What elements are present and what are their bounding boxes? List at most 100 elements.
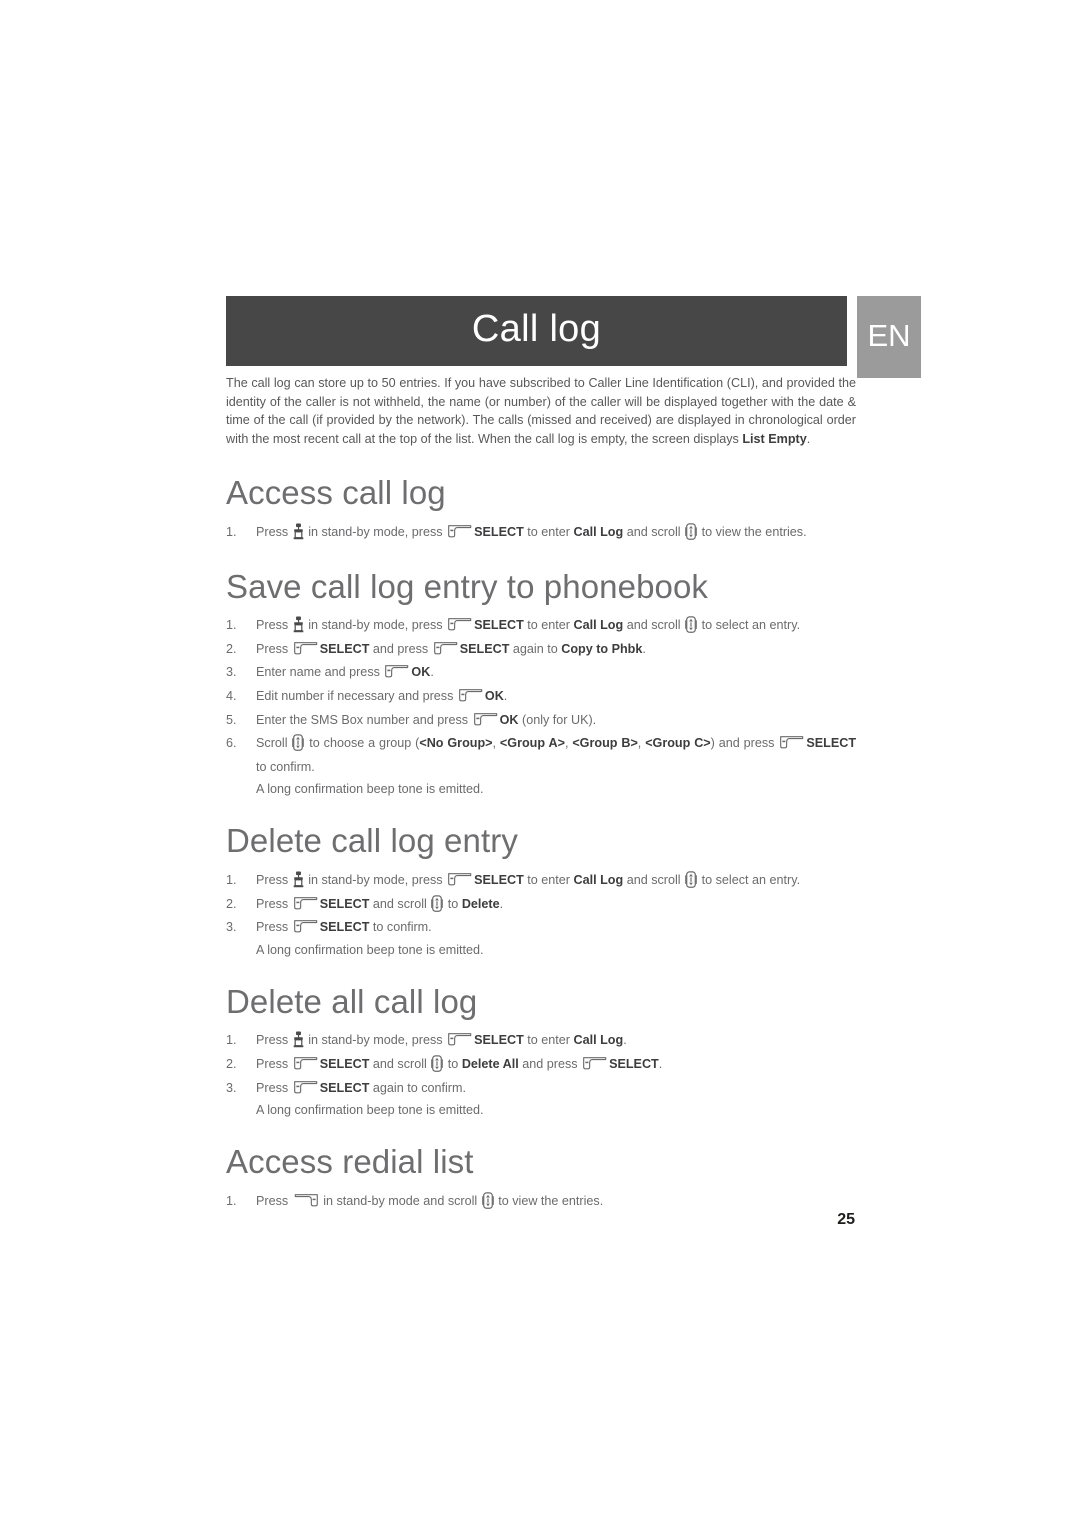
step-text: Enter the SMS Box number and press OK (o… — [256, 712, 597, 727]
softkey-select-icon — [473, 712, 499, 727]
menu-key-icon — [293, 1031, 304, 1048]
step-text: Press SELECT to confirm. — [256, 919, 432, 935]
scroll-updown-icon — [292, 734, 305, 752]
softkey-select-icon — [293, 896, 319, 911]
softkey-select-icon — [458, 688, 484, 703]
page-content: The call log can store up to 50 entries.… — [226, 374, 856, 1213]
step-list: 1. Press in stand-by mode and scroll to v… — [226, 1190, 856, 1214]
step-number: 3. — [226, 665, 237, 680]
softkey-select-icon — [293, 919, 319, 934]
sections-container: Access call log 1. Press in stand-by mode,… — [226, 475, 856, 1213]
step-number: 2. — [226, 641, 237, 656]
page-number: 25 — [837, 1211, 855, 1228]
step-number: 5. — [226, 712, 237, 727]
step-item: 1. Press in stand-by mode, press SELECT t… — [226, 521, 856, 545]
step-list: 1. Press in stand-by mode, press SELECT t… — [226, 521, 856, 545]
step-item: 3. Press SELECT to confirm. A long confirm… — [226, 916, 856, 960]
step-text: Press SELECT again to confirm. — [256, 1080, 466, 1095]
step-item: 6. Scroll to choose a group (<No Group>, … — [226, 732, 856, 799]
emphasis-term: OK — [484, 689, 504, 703]
emphasis-term: Delete — [461, 896, 500, 911]
language-badge-label: EN — [867, 318, 911, 353]
emphasis-term: OK — [499, 712, 519, 727]
softkey-select-icon — [433, 641, 459, 656]
softkey-select-icon — [293, 1056, 319, 1071]
softkey-select-icon — [447, 524, 473, 539]
emphasis-term: Call Log — [573, 618, 624, 633]
chapter-title-bar: Call log — [226, 296, 847, 366]
step-note: A long confirmation beep tone is emitted… — [256, 942, 484, 957]
step-item: 1. Press in stand-by mode, press SELECT t… — [226, 1029, 856, 1053]
softkey-select-icon — [384, 664, 410, 679]
step-text: Scroll to choose a group (<No Group>, <G… — [256, 734, 857, 774]
emphasis-term: SELECT — [474, 1033, 524, 1048]
emphasis-term: Call Log — [573, 1033, 624, 1048]
emphasis-term: <Group C> — [645, 736, 711, 751]
step-list: 1. Press in stand-by mode, press SELECT t… — [226, 1029, 856, 1120]
step-text: Press in stand-by mode, press SELECT to … — [256, 871, 801, 888]
section-heading: Access redial list — [226, 1143, 474, 1181]
step-item: 1. Press in stand-by mode, press SELECT t… — [226, 614, 856, 638]
emphasis-term: Copy to Phbk — [561, 641, 643, 656]
softkey-select-icon — [779, 735, 805, 750]
menu-key-icon — [293, 871, 304, 888]
scroll-updown-icon — [431, 894, 444, 912]
scroll-updown-icon — [431, 1055, 444, 1072]
step-number: 2. — [226, 1057, 237, 1071]
emphasis-term: SELECT — [319, 896, 370, 911]
step-item: 3. Press SELECT again to confirm. A long c… — [226, 1077, 856, 1121]
step-text: Press in stand-by mode, press SELECT to … — [256, 523, 807, 540]
language-badge: EN — [857, 296, 921, 378]
step-item: 3. Enter name and press OK. — [226, 661, 856, 685]
step-item: 2. Press SELECT and press SELECT again to… — [226, 638, 856, 662]
step-number: 4. — [226, 689, 237, 703]
section-heading: Delete call log entry — [226, 822, 518, 860]
emphasis-term: SELECT — [806, 736, 857, 751]
scroll-updown-icon — [685, 616, 697, 634]
step-number: 1. — [226, 1193, 237, 1208]
emphasis-term: OK — [411, 665, 431, 680]
emphasis-term: SELECT — [319, 1080, 370, 1095]
step-number: 1. — [226, 618, 237, 633]
emphasis-term: SELECT — [319, 1057, 370, 1071]
emphasis-term: Call Log — [573, 525, 624, 539]
softkey-redial-icon — [293, 1193, 319, 1208]
step-text: Press SELECT and scroll to Delete. — [256, 894, 504, 912]
softkey-select-icon — [447, 1032, 473, 1047]
menu-key-icon — [293, 616, 304, 633]
softkey-select-icon — [293, 1080, 319, 1095]
intro-bold-term: List Empty — [742, 431, 807, 446]
emphasis-term: SELECT — [609, 1057, 659, 1071]
step-text: Press SELECT and press SELECT again to C… — [256, 641, 646, 656]
step-list: 1. Press in stand-by mode, press SELECT t… — [226, 869, 856, 960]
step-number: 1. — [226, 873, 237, 887]
emphasis-term: <Group B> — [572, 736, 638, 751]
section-heading: Access call log — [226, 474, 446, 512]
step-number: 1. — [226, 1033, 237, 1048]
softkey-select-icon — [447, 617, 473, 632]
step-number: 3. — [226, 920, 237, 935]
step-item: 2. Press SELECT and scroll to Delete All … — [226, 1053, 856, 1077]
step-text: Press SELECT and scroll to Delete All an… — [256, 1055, 663, 1072]
emphasis-term: <Group A> — [499, 736, 565, 751]
step-list: 1. Press in stand-by mode, press SELECT t… — [226, 614, 856, 799]
step-text: Enter name and press OK. — [256, 664, 434, 680]
scroll-updown-icon — [685, 523, 697, 540]
softkey-select-icon — [293, 641, 319, 656]
step-number: 2. — [226, 896, 237, 911]
emphasis-term: SELECT — [474, 618, 524, 633]
step-item: 2. Press SELECT and scroll to Delete. — [226, 893, 856, 917]
section-heading: Delete all call log — [226, 982, 478, 1020]
step-item: 4. Edit number if necessary and press OK. — [226, 685, 856, 709]
step-text: Press in stand-by mode and scroll to vie… — [256, 1192, 604, 1209]
emphasis-term: SELECT — [459, 641, 510, 656]
softkey-select-icon — [582, 1056, 608, 1071]
step-text: Edit number if necessary and press OK. — [256, 688, 508, 703]
chapter-title: Call log — [471, 308, 602, 350]
emphasis-term: <No Group> — [419, 736, 493, 751]
scroll-updown-icon — [481, 1192, 494, 1209]
intro-paragraph: The call log can store up to 50 entries.… — [226, 376, 856, 446]
step-item: 5. Enter the SMS Box number and press OK … — [226, 709, 856, 733]
section-heading: Save call log entry to phonebook — [226, 567, 709, 605]
emphasis-term: SELECT — [319, 920, 370, 935]
